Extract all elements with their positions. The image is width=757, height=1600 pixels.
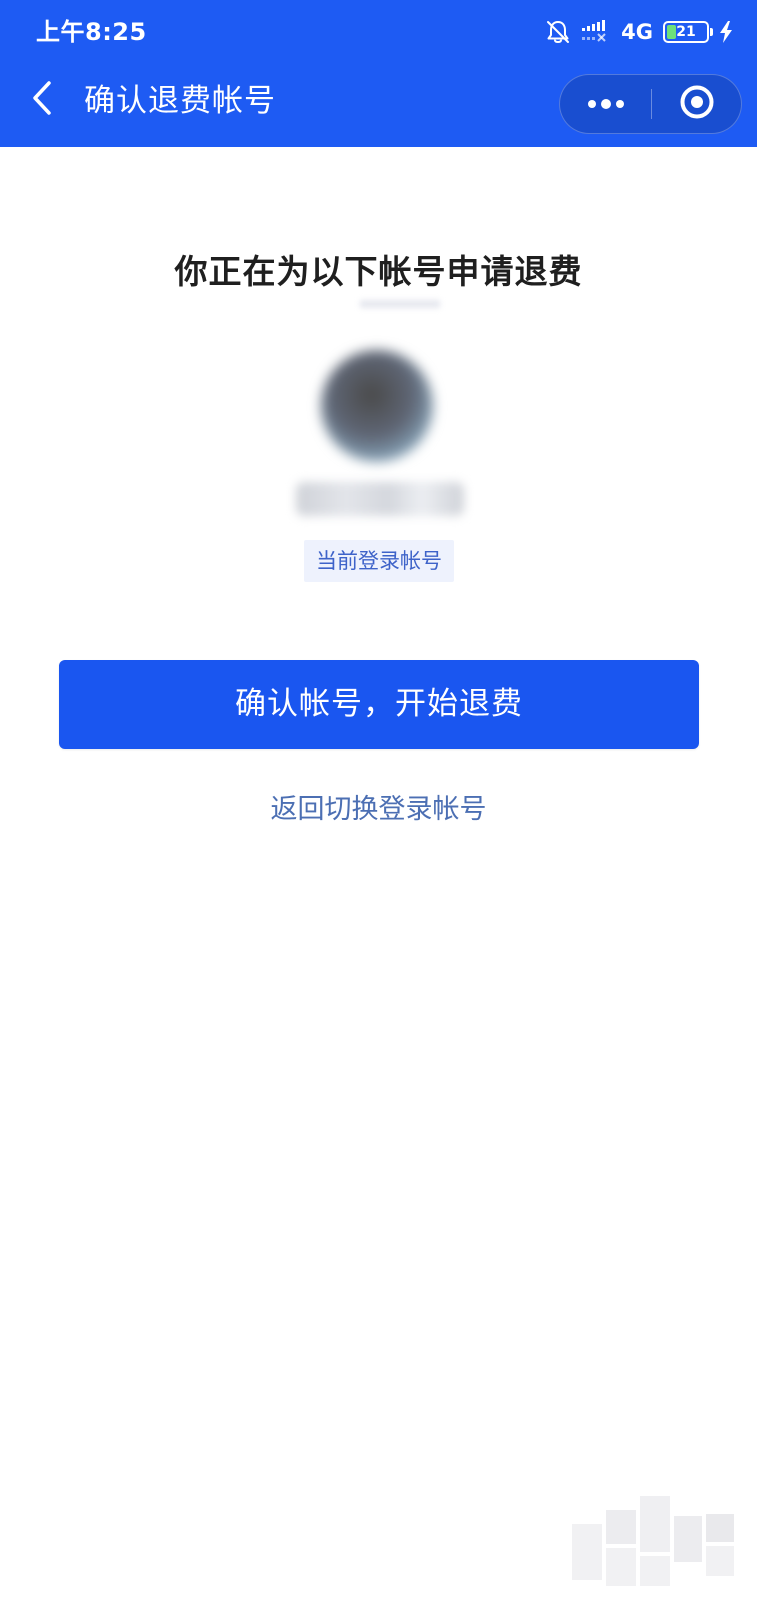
status-time: 上午8:25	[36, 18, 147, 46]
signal-icon	[581, 20, 611, 44]
battery-level: 21	[676, 24, 696, 40]
watermark-block	[606, 1548, 636, 1586]
more-button[interactable]	[560, 75, 651, 133]
watermark-block	[572, 1524, 602, 1580]
header: 上午8:25 4G 21 确认退费帐号	[0, 0, 757, 147]
battery-icon: 21	[663, 21, 713, 43]
watermark-block	[640, 1556, 670, 1586]
watermark-block	[606, 1510, 636, 1544]
close-button[interactable]	[652, 75, 742, 133]
avatar	[321, 350, 433, 462]
watermark-block	[706, 1546, 734, 1576]
pixelated-watermark	[572, 1496, 742, 1592]
bell-muted-icon	[545, 19, 571, 45]
username-redacted	[296, 482, 464, 516]
battery-fill	[667, 25, 676, 39]
back-button[interactable]	[22, 78, 62, 122]
status-icons: 4G 21	[545, 16, 733, 48]
headline: 你正在为以下帐号申请退费	[174, 252, 583, 291]
target-circle-icon	[679, 84, 715, 124]
watermark-block	[640, 1496, 670, 1552]
page: 上午8:25 4G 21 确认退费帐号 你正在为以下帐号申请退费 当前登录帐号 …	[0, 0, 757, 1600]
status-bar: 上午8:25 4G 21	[0, 0, 757, 62]
more-dots-icon	[586, 95, 626, 114]
switch-account-link[interactable]: 返回切换登录帐号	[0, 790, 757, 830]
nav-bar: 确认退费帐号	[0, 62, 757, 147]
confirm-refund-button[interactable]: 确认帐号，开始退费	[59, 660, 699, 749]
charging-icon	[719, 21, 733, 43]
blurred-divider	[360, 300, 440, 308]
current-login-tag: 当前登录帐号	[304, 540, 454, 582]
watermark-block	[674, 1516, 702, 1562]
chevron-left-icon	[31, 80, 53, 120]
page-title: 确认退费帐号	[84, 83, 276, 119]
mini-program-capsule	[559, 74, 742, 134]
network-type: 4G	[621, 20, 653, 44]
watermark-block	[706, 1514, 734, 1542]
